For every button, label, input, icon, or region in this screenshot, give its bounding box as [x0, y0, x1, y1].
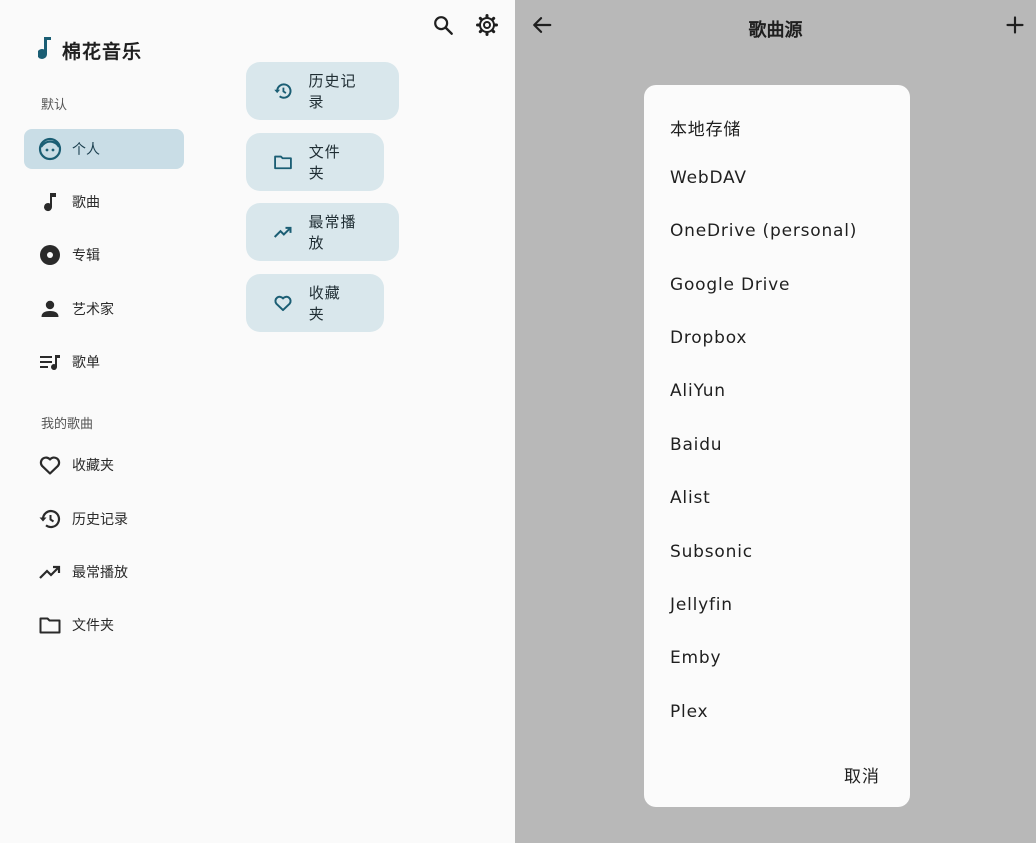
top-actions: [430, 14, 500, 40]
sidebar-item-label: 收藏夹: [72, 458, 114, 474]
sidebar-item-albums[interactable]: 专辑: [24, 235, 184, 275]
option-aliyun[interactable]: AliYun: [670, 381, 726, 401]
chip-most-played[interactable]: 最常播放: [246, 203, 399, 261]
sidebar-item-label: 艺术家: [72, 302, 114, 318]
cancel-button[interactable]: 取消: [844, 762, 880, 787]
folder-icon: [37, 612, 63, 638]
album-icon: [37, 242, 63, 268]
search-icon: [432, 14, 454, 40]
sidebar-item-personal[interactable]: 个人: [24, 129, 184, 169]
sidebar-item-label: 文件夹: [72, 618, 114, 634]
sidebar-item-label: 最常播放: [72, 565, 128, 581]
source-type-dialog: 本地存储 WebDAV OneDrive (personal) Google D…: [644, 85, 910, 807]
option-google-drive[interactable]: Google Drive: [670, 275, 790, 295]
sidebar-item-folders[interactable]: 文件夹: [24, 605, 184, 645]
settings-button[interactable]: [474, 14, 500, 40]
add-source-button[interactable]: [1002, 14, 1028, 40]
page-title: 歌曲源: [748, 20, 803, 41]
sidebar-item-playlists[interactable]: 歌单: [24, 342, 184, 382]
search-button[interactable]: [430, 14, 456, 40]
sidebar-item-label: 歌曲: [72, 195, 100, 211]
sidebar-item-label: 歌单: [72, 355, 100, 371]
sidebar-item-label: 历史记录: [72, 512, 128, 528]
sidebar-item-label: 专辑: [72, 248, 100, 264]
option-local-storage[interactable]: 本地存储: [670, 115, 741, 140]
gear-icon: [475, 13, 499, 41]
library-pane: 棉花音乐 默认 个人 歌曲 专辑 艺术家 歌单 我的歌曲 收藏夹 历史记录 最常…: [0, 0, 515, 843]
sidebar-item-favorites[interactable]: 收藏夹: [24, 445, 184, 485]
chip-label: 最常播放: [308, 213, 357, 252]
chip-label: 历史记录: [308, 72, 357, 111]
option-baidu[interactable]: Baidu: [670, 435, 722, 455]
heart-icon: [37, 452, 63, 478]
app-title: 棉花音乐: [62, 40, 143, 63]
song-source-pane: 歌曲源 本地存储 WebDAV OneDrive (personal) Goog…: [515, 0, 1036, 843]
chip-label: 收藏夹: [308, 284, 341, 323]
chip-history[interactable]: 历史记录: [246, 62, 399, 120]
trending-up-icon: [37, 559, 63, 585]
chip-favorites[interactable]: 收藏夹: [246, 274, 384, 332]
sidebar-item-songs[interactable]: 歌曲: [24, 182, 184, 222]
chip-label: 文件夹: [308, 143, 341, 182]
plus-icon: [1005, 15, 1025, 39]
option-dropbox[interactable]: Dropbox: [670, 328, 747, 348]
section-label-my-songs: 我的歌曲: [41, 417, 94, 432]
music-note-icon: [37, 189, 63, 215]
app-header: 棉花音乐: [37, 36, 143, 64]
option-onedrive[interactable]: OneDrive (personal): [670, 221, 857, 241]
folder-icon: [272, 151, 294, 173]
option-plex[interactable]: Plex: [670, 702, 708, 722]
option-emby[interactable]: Emby: [670, 648, 721, 668]
option-jellyfin[interactable]: Jellyfin: [670, 595, 733, 615]
trending-up-icon: [272, 221, 293, 243]
playlist-icon: [37, 349, 63, 375]
music-note-icon: [37, 36, 54, 64]
option-subsonic[interactable]: Subsonic: [670, 542, 753, 562]
section-label-default: 默认: [41, 98, 68, 113]
face-icon: [37, 136, 63, 162]
heart-icon: [272, 292, 294, 314]
sidebar-item-most-played[interactable]: 最常播放: [24, 552, 184, 592]
history-icon: [37, 506, 63, 532]
history-icon: [272, 80, 293, 102]
option-alist[interactable]: Alist: [670, 488, 711, 508]
option-webdav[interactable]: WebDAV: [670, 168, 747, 188]
chip-folders[interactable]: 文件夹: [246, 133, 384, 191]
sidebar-item-artists[interactable]: 艺术家: [24, 289, 184, 329]
person-icon: [37, 296, 63, 322]
sidebar-item-label: 个人: [72, 142, 100, 158]
sidebar-item-history[interactable]: 历史记录: [24, 499, 184, 539]
